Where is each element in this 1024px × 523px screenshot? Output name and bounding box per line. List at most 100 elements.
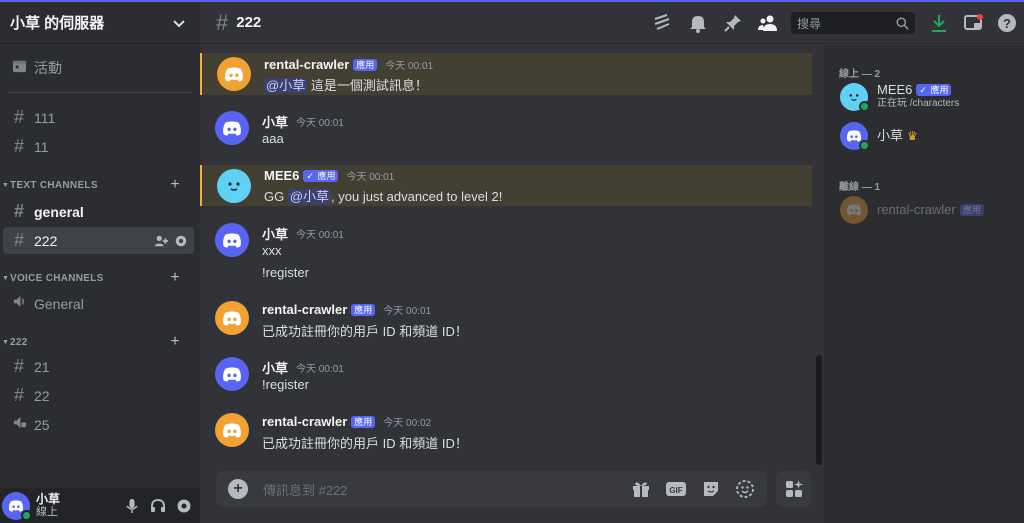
verified-app-badge: ✓ 應用 xyxy=(303,169,339,182)
invite-icon[interactable] xyxy=(154,234,168,248)
member-list-icon[interactable] xyxy=(758,13,778,33)
message-timestamp: 今天 00:01 xyxy=(385,61,434,72)
message-timestamp: 今天 00:01 xyxy=(296,118,344,129)
emoji-icon[interactable] xyxy=(735,479,755,499)
channel-item-21[interactable]: # 21 xyxy=(3,353,194,380)
message-item[interactable]: 小草 今天 00:01 aaa xyxy=(200,107,812,151)
message-author[interactable]: rental-crawler xyxy=(264,57,349,72)
member-name: rental-crawler xyxy=(877,202,956,217)
avatar xyxy=(840,122,870,151)
chevron-down-icon xyxy=(173,19,185,27)
channel-label: 222 xyxy=(34,232,58,249)
attach-plus-icon[interactable]: + xyxy=(228,479,248,499)
microphone-icon[interactable] xyxy=(124,498,140,514)
message-text: 這是一個測試訊息！ xyxy=(310,78,428,93)
message-text: aaa xyxy=(262,131,284,146)
hash-icon: # xyxy=(13,230,24,250)
search-placeholder: 搜尋 xyxy=(797,16,822,31)
server-name: 小草 的伺服器 xyxy=(10,15,105,32)
channel-item-222[interactable]: # 222 xyxy=(3,227,194,254)
category-222[interactable]: ▼ 222 + xyxy=(0,333,194,351)
offline-members-header: 離線 — 1 xyxy=(839,182,881,193)
apps-sparkle-icon xyxy=(785,480,803,497)
app-badge: 應用 xyxy=(353,58,378,71)
help-icon[interactable]: ? xyxy=(997,13,1017,33)
add-channel-icon[interactable]: + xyxy=(170,269,180,287)
channel-item-general[interactable]: # general xyxy=(3,198,194,225)
avatar[interactable] xyxy=(215,413,249,447)
gear-icon[interactable] xyxy=(174,234,188,248)
add-channel-icon[interactable]: + xyxy=(170,176,180,194)
headphones-icon[interactable] xyxy=(150,498,166,514)
gift-icon[interactable] xyxy=(631,479,651,499)
voice-channel-25[interactable]: 25 xyxy=(3,411,194,438)
message-author[interactable]: rental-crawler xyxy=(262,414,347,429)
user-name: 小草 xyxy=(36,491,61,506)
avatar xyxy=(840,83,870,112)
sticker-icon[interactable] xyxy=(701,479,721,499)
server-header[interactable]: 小草 的伺服器 xyxy=(0,2,200,44)
message-item[interactable]: rental-crawler 應用 今天 00:01 已成功註冊你的用戶 ID … xyxy=(200,297,812,341)
avatar[interactable] xyxy=(217,169,251,203)
message-input[interactable]: + 傳訊息到 #222 GIF xyxy=(216,471,767,507)
message-item[interactable]: MEE6 ✓ 應用 今天 00:01 GG @小草, you just adva… xyxy=(200,165,812,206)
category-label: TEXT CHANNELS xyxy=(10,179,98,191)
gear-icon[interactable] xyxy=(176,498,192,514)
svg-text:GIF: GIF xyxy=(669,486,682,495)
badge-label: 應用 xyxy=(317,170,336,181)
message-text: , you just advanced to level 2! xyxy=(331,189,503,204)
channel-item-11[interactable]: # 11 xyxy=(3,133,194,160)
channel-label: 22 xyxy=(34,387,50,404)
message-author[interactable]: 小草 xyxy=(262,112,288,131)
message-text: 已成功註冊你的用戶 ID 和頻道 ID！ xyxy=(262,436,468,451)
user-mention[interactable]: @小草 xyxy=(287,189,332,204)
threads-icon[interactable] xyxy=(652,13,672,33)
locked-hash-icon: # xyxy=(13,385,24,405)
sidebar-divider xyxy=(8,92,192,93)
inbox-icon[interactable] xyxy=(963,13,983,33)
pin-icon[interactable] xyxy=(723,13,743,33)
message-item[interactable]: 小草 今天 00:01 !register xyxy=(200,353,812,397)
bell-icon[interactable] xyxy=(688,13,708,33)
message-list: rental-crawler 應用 今天 00:01 @小草 這是一個測試訊息！… xyxy=(200,45,816,465)
avatar[interactable] xyxy=(2,491,32,521)
avatar[interactable] xyxy=(215,301,249,335)
channel-item-111[interactable]: # 111 xyxy=(3,104,194,131)
channel-label: General xyxy=(34,295,84,312)
message-item[interactable]: rental-crawler 應用 今天 00:02 已成功註冊你的用戶 ID … xyxy=(200,409,812,453)
online-status-icon xyxy=(859,101,870,112)
voice-channel-general[interactable]: General xyxy=(3,290,194,317)
message-author[interactable]: 小草 xyxy=(262,358,288,377)
download-icon[interactable] xyxy=(929,13,949,33)
message-author[interactable]: MEE6 xyxy=(264,168,299,183)
hash-icon: # xyxy=(216,9,229,35)
scrollbar-thumb[interactable] xyxy=(816,355,822,465)
user-mention[interactable]: @小草 xyxy=(264,78,308,93)
avatar[interactable] xyxy=(217,57,251,91)
avatar[interactable] xyxy=(215,223,249,257)
member-item-rental-crawler[interactable]: rental-crawler 應用 xyxy=(840,192,984,228)
badge-label: 應用 xyxy=(930,85,949,95)
search-icon xyxy=(896,16,909,30)
events-label: 活動 xyxy=(34,59,62,76)
avatar[interactable] xyxy=(215,357,249,391)
channel-item-22[interactable]: # 22 xyxy=(3,382,194,409)
events-item[interactable]: 活動 xyxy=(3,54,194,81)
discord-logo-icon xyxy=(846,204,862,216)
apps-button[interactable] xyxy=(776,471,811,507)
message-item[interactable]: 小草 今天 00:01 xxx !register xyxy=(200,219,812,285)
message-author[interactable]: 小草 xyxy=(262,224,288,243)
member-item-xiaocao[interactable]: 小草 ♛ xyxy=(840,118,918,154)
gif-icon[interactable]: GIF xyxy=(665,480,687,498)
calendar-icon xyxy=(10,57,28,78)
message-item[interactable]: rental-crawler 應用 今天 00:01 @小草 這是一個測試訊息！ xyxy=(200,53,812,95)
discord-logo-icon xyxy=(846,130,862,142)
avatar[interactable] xyxy=(215,111,249,145)
search-input[interactable]: 搜尋 xyxy=(791,12,915,34)
message-author[interactable]: rental-crawler xyxy=(262,302,347,317)
add-channel-icon[interactable]: + xyxy=(170,333,180,351)
member-item-mee6[interactable]: MEE6 ✓ 應用 正在玩 /characters xyxy=(840,79,959,115)
svg-text:?: ? xyxy=(1003,16,1011,31)
category-text-channels[interactable]: ▼ TEXT CHANNELS + xyxy=(0,176,194,194)
category-voice-channels[interactable]: ▼ VOICE CHANNELS + xyxy=(0,269,194,287)
